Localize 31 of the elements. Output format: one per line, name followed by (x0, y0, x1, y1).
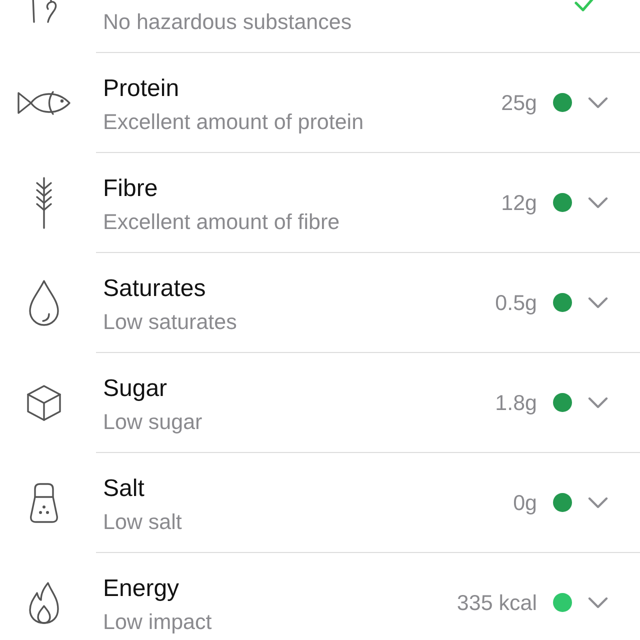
row-subtitle: Low sugar (103, 410, 202, 434)
fish-icon (17, 89, 71, 117)
salt-shaker-icon (29, 483, 59, 523)
row-title: Salt (103, 475, 144, 502)
amount-text: 335 kcal (456, 590, 537, 614)
droplet-icon (28, 279, 60, 327)
chevron-icon[interactable] (588, 596, 608, 608)
chevron-icon[interactable] (588, 396, 608, 408)
amount-text: 0.5g (495, 290, 537, 314)
row-title: Sugar (103, 375, 168, 402)
row-title: Fibre (103, 175, 158, 202)
chevron-icon[interactable] (588, 196, 608, 208)
amount-text: 25g (501, 90, 537, 114)
amount-text: 0g (513, 490, 537, 514)
flame-icon (29, 582, 59, 624)
row-title: Saturates (103, 275, 206, 302)
chevron-icon[interactable] (588, 296, 608, 308)
row-subtitle: Low impact (103, 610, 212, 634)
amount-text: 12g (501, 190, 537, 214)
row-subtitle: Low saturates (103, 310, 237, 334)
row-subtitle: Low salt (103, 510, 182, 534)
wheat-icon (34, 177, 54, 229)
chevron-icon[interactable] (588, 96, 608, 108)
row-title: Protein (103, 75, 180, 102)
row-subtitle: Excellent amount of protein (103, 110, 364, 134)
amount-text: 1.8g (495, 390, 537, 414)
row-title: Energy (103, 575, 180, 602)
row-subtitle: No hazardous substances (103, 10, 352, 34)
chevron-icon[interactable] (588, 496, 608, 508)
row-subtitle: Excellent amount of fibre (103, 210, 340, 234)
cube-icon (27, 385, 61, 421)
